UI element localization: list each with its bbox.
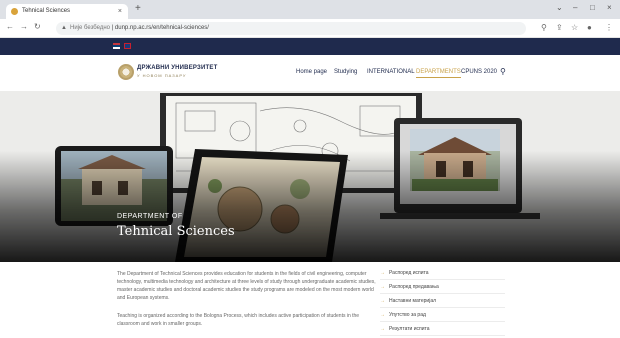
arrow-right-icon: → xyxy=(380,298,385,304)
english-flag-icon[interactable] xyxy=(124,43,131,49)
close-window-icon[interactable]: × xyxy=(607,3,612,12)
browser-tab-bar: Tehnical Sciences × + ⌄ – □ × xyxy=(0,0,620,19)
tab-search-icon[interactable]: ⌄ xyxy=(556,3,563,12)
tab-close-icon[interactable]: × xyxy=(118,4,122,19)
share-icon[interactable]: ⇪ xyxy=(556,23,563,32)
site-favicon-icon xyxy=(11,8,18,15)
hero-banner: DEPARTMENT OF Tehnical Sciences xyxy=(0,91,620,262)
side-links: → Распоред испита → Распоред предавања → На… xyxy=(380,266,505,336)
serbian-flag-icon[interactable] xyxy=(113,43,120,49)
site-top-strip xyxy=(0,38,620,55)
maximize-icon[interactable]: □ xyxy=(590,3,595,12)
tab-title: Tehnical Sciences xyxy=(22,8,71,14)
security-label: Није безбедно xyxy=(70,25,111,31)
site-header: ДРЖАВНИ УНИВЕРЗИТЕТ У НОВОМ ПАЗАРУ Home … xyxy=(0,55,620,91)
side-link-item[interactable]: → Наставни материјал xyxy=(380,294,505,308)
arrow-right-icon: → xyxy=(380,312,385,318)
side-link-item[interactable]: → Распоред испита xyxy=(380,266,505,280)
logo-subtitle: У НОВОМ ПАЗАРУ xyxy=(137,73,187,78)
browser-tab[interactable]: Tehnical Sciences × xyxy=(6,4,128,19)
menu-cpuns-2020[interactable]: CPUNS 2020 xyxy=(461,69,497,75)
side-link-label: Распоред испита xyxy=(389,270,429,276)
browser-toolbar: ← → ↻ ▲ Није безбедно | dunp.np.ac.rs/en… xyxy=(0,19,620,38)
main-content: The Department of Technical Sciences pro… xyxy=(0,262,620,338)
logo-name[interactable]: ДРЖАВНИ УНИВЕРЗИТЕТ xyxy=(137,65,217,71)
menu-home-page[interactable]: Home page xyxy=(296,69,327,75)
back-icon[interactable]: ← xyxy=(6,22,14,31)
side-link-label: Резултати испита xyxy=(389,326,430,332)
reload-icon[interactable]: ↻ xyxy=(34,22,41,31)
search-icon[interactable]: ⚲ xyxy=(500,67,506,76)
university-logo-icon[interactable] xyxy=(118,64,134,80)
arrow-right-icon: → xyxy=(380,326,385,332)
side-link-item[interactable]: → Распоред предавања xyxy=(380,280,505,294)
arrow-right-icon: → xyxy=(380,284,385,290)
teaching-paragraph: Teaching is organized according to the B… xyxy=(117,313,360,327)
side-link-label: Упутство за рад xyxy=(389,312,426,318)
menu-kebab-icon[interactable]: ⋮ xyxy=(605,23,613,32)
intro-paragraph: The Department of Technical Sciences pro… xyxy=(117,271,376,301)
side-link-item[interactable]: → Резултати испита xyxy=(380,322,505,336)
forward-icon[interactable]: → xyxy=(20,22,28,31)
side-link-item[interactable]: → Упутство за рад xyxy=(380,308,505,322)
warning-icon: ▲ xyxy=(61,25,67,31)
hero-kicker: DEPARTMENT OF xyxy=(117,213,183,220)
menu-international[interactable]: INTERNATIONAL xyxy=(367,69,415,75)
hero-title: Tehnical Sciences xyxy=(117,224,235,239)
bookmark-star-icon[interactable]: ☆ xyxy=(571,23,578,32)
address-bar[interactable]: ▲ Није безбедно | dunp.np.ac.rs/en/tehni… xyxy=(56,22,526,35)
side-link-label: Распоред предавања xyxy=(389,284,439,290)
side-link-label: Наставни материјал xyxy=(389,298,437,304)
hero-gradient-overlay xyxy=(0,91,620,262)
menu-studying[interactable]: Studying xyxy=(334,69,357,75)
minimize-icon[interactable]: – xyxy=(573,3,577,12)
arrow-right-icon: → xyxy=(380,270,385,276)
url-text: dunp.np.ac.rs/en/tehnical-sciences/ xyxy=(114,25,209,31)
new-tab-icon[interactable]: + xyxy=(135,3,141,14)
zoom-icon[interactable]: ⚲ xyxy=(541,23,547,32)
profile-icon[interactable]: ● xyxy=(587,23,592,32)
menu-departments[interactable]: DEPARTMENTS xyxy=(416,69,461,78)
